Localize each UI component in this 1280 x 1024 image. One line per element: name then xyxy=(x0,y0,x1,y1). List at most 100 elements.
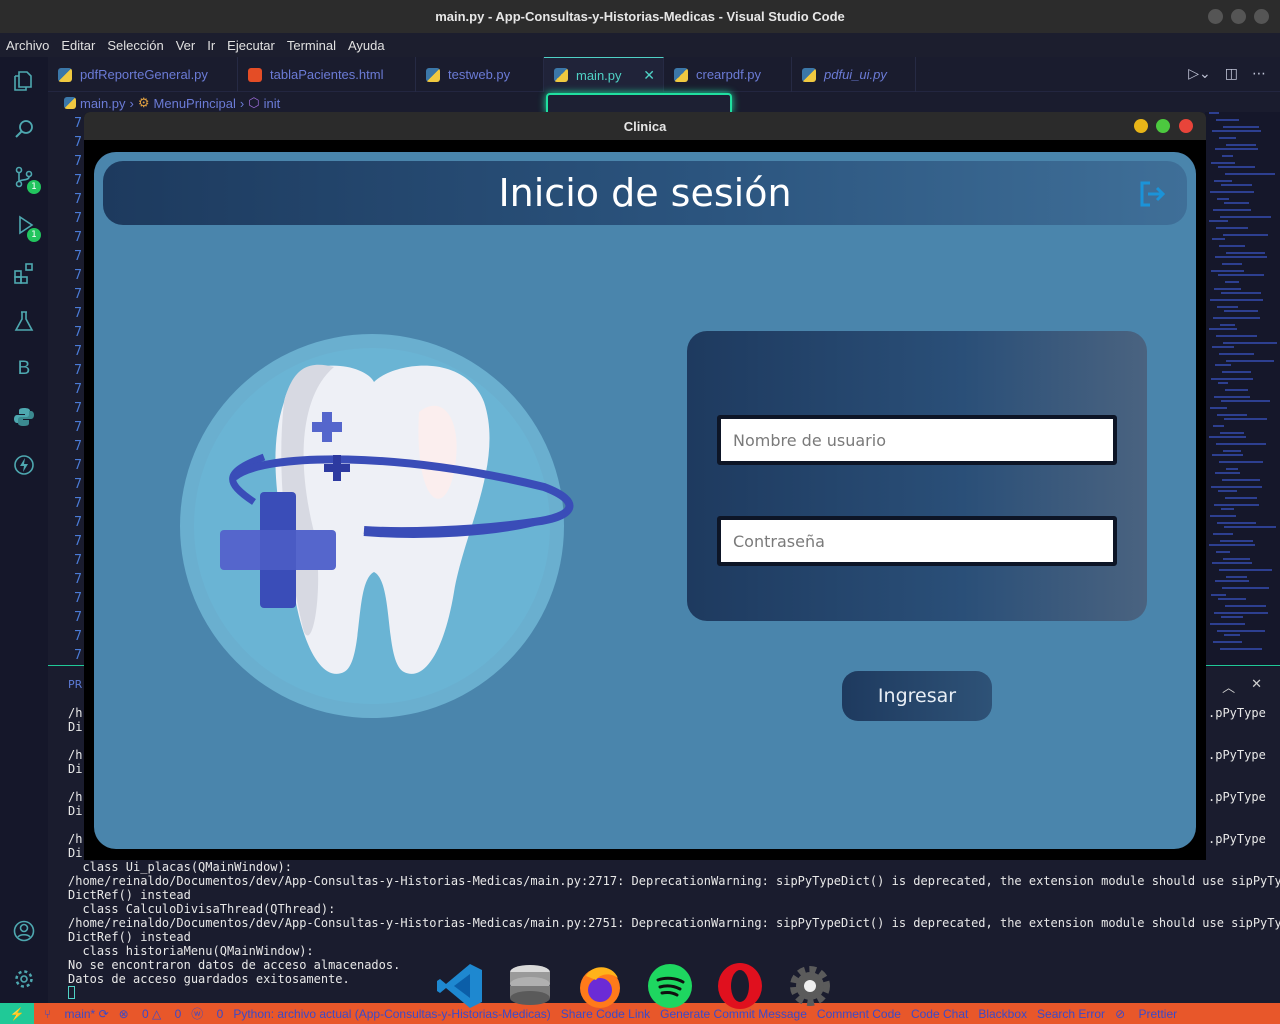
tab-pdfui-ui[interactable]: pdfui_ui.py xyxy=(792,57,916,92)
minimap-line xyxy=(1223,126,1259,128)
terminal-fragment: .pPyType xyxy=(1208,790,1266,804)
chevron-right-icon: › xyxy=(239,95,245,111)
close-button[interactable] xyxy=(1254,9,1269,24)
minimap-line xyxy=(1226,252,1265,254)
tab-main[interactable]: main.py ✕ xyxy=(544,57,664,92)
line-number: 7 xyxy=(74,553,82,568)
run-file-icon[interactable]: ▷⌄ xyxy=(1188,66,1211,82)
line-number: 7 xyxy=(74,496,82,511)
username-field[interactable] xyxy=(717,415,1117,465)
account-icon[interactable] xyxy=(12,919,36,943)
settings-icon[interactable] xyxy=(786,962,834,1010)
app-minimize-button[interactable] xyxy=(1134,119,1148,133)
menu-ayuda[interactable]: Ayuda xyxy=(342,38,391,53)
code-chat[interactable]: Code Chat xyxy=(911,1007,968,1021)
tab-crearpdf[interactable]: crearpdf.py xyxy=(664,57,792,92)
editor-tab-bar: pdfReporteGeneral.py tablaPacientes.html… xyxy=(48,57,1280,92)
login-button[interactable]: Ingresar xyxy=(842,671,992,721)
info-status[interactable]: ⓦ 0 xyxy=(191,1005,223,1022)
minimap-line xyxy=(1226,144,1256,146)
menu-ver[interactable]: Ver xyxy=(170,38,202,53)
menu-terminal[interactable]: Terminal xyxy=(281,38,342,53)
explorer-icon[interactable] xyxy=(12,69,36,93)
debug-toolbar[interactable] xyxy=(546,93,732,113)
extensions-icon[interactable] xyxy=(12,261,36,285)
lightning-icon[interactable] xyxy=(12,453,36,477)
line-number: 7 xyxy=(74,591,82,606)
activity-bar: 1 1 B xyxy=(0,57,48,1003)
minimap-line xyxy=(1222,263,1242,265)
maximize-button[interactable] xyxy=(1231,9,1246,24)
line-number: 7 xyxy=(74,306,82,321)
menu-bar: Archivo Editar Selección Ver Ir Ejecutar… xyxy=(0,33,1280,57)
minimap-line xyxy=(1211,162,1235,164)
spotify-icon[interactable] xyxy=(646,962,694,1010)
menu-ir[interactable]: Ir xyxy=(201,38,221,53)
branch-status[interactable]: ⑂ main* ⟳ xyxy=(44,1007,109,1021)
minimap-line xyxy=(1214,612,1268,614)
menu-seleccion[interactable]: Selección xyxy=(101,38,169,53)
menu-archivo[interactable]: Archivo xyxy=(0,38,55,53)
minimap-line xyxy=(1217,414,1247,416)
search-error[interactable]: Search Error xyxy=(1037,1007,1105,1021)
vscode-icon[interactable] xyxy=(436,962,484,1010)
logout-icon[interactable] xyxy=(1137,179,1167,209)
minimap[interactable] xyxy=(1205,112,1280,667)
breadcrumb-class[interactable]: MenuPrincipal xyxy=(154,96,236,111)
minimap-line xyxy=(1211,270,1244,272)
minimap-line xyxy=(1223,450,1241,452)
minimap-line xyxy=(1217,198,1229,200)
panel-tab-problems[interactable]: PR xyxy=(68,678,82,691)
minimap-line xyxy=(1225,389,1248,391)
close-tab-icon[interactable]: ✕ xyxy=(643,67,655,84)
minimap-line xyxy=(1225,173,1275,175)
menu-editar[interactable]: Editar xyxy=(55,38,101,53)
database-icon[interactable] xyxy=(506,962,554,1010)
breadcrumb-method[interactable]: init xyxy=(264,96,281,111)
minimap-line xyxy=(1221,400,1270,402)
search-icon[interactable] xyxy=(12,117,36,141)
firefox-icon[interactable] xyxy=(576,962,624,1010)
minimap-line xyxy=(1214,396,1250,398)
breadcrumb-file[interactable]: main.py xyxy=(80,96,126,111)
close-panel-icon[interactable]: ✕ xyxy=(1251,677,1262,696)
line-number: 7 xyxy=(74,325,82,340)
minimap-line xyxy=(1211,594,1226,596)
minimap-line xyxy=(1223,234,1268,236)
line-number: 7 xyxy=(74,173,82,188)
line-number: 7 xyxy=(74,268,82,283)
line-number: 7 xyxy=(74,401,82,416)
opera-icon[interactable] xyxy=(716,962,764,1010)
python-file-icon xyxy=(58,67,72,82)
minimap-line xyxy=(1210,191,1254,193)
app-close-button[interactable] xyxy=(1179,119,1193,133)
tab-pdfreportegeneral[interactable]: pdfReporteGeneral.py xyxy=(48,57,238,92)
maximize-panel-icon[interactable]: ︿ xyxy=(1222,677,1235,696)
tab-testweb[interactable]: testweb.py xyxy=(416,57,544,92)
split-editor-icon[interactable]: ◫ xyxy=(1225,66,1238,82)
prettier-status[interactable]: ⊘ Prettier xyxy=(1115,1007,1177,1021)
blackbox-icon[interactable]: B xyxy=(12,357,36,381)
minimap-line xyxy=(1218,490,1237,492)
blackbox[interactable]: Blackbox xyxy=(978,1007,1027,1021)
minimap-line xyxy=(1221,508,1234,510)
menu-ejecutar[interactable]: Ejecutar xyxy=(221,38,281,53)
os-titlebar: main.py - App-Consultas-y-Historias-Medi… xyxy=(0,0,1280,33)
more-actions-icon[interactable]: ⋯ xyxy=(1252,66,1266,82)
testing-icon[interactable] xyxy=(12,309,36,333)
manage-gear-icon[interactable] xyxy=(12,967,36,991)
problems-status[interactable]: ⊗ 0 △ 0 xyxy=(119,1007,182,1021)
tab-tablapacientes[interactable]: tablaPacientes.html xyxy=(238,57,416,92)
minimap-line xyxy=(1217,306,1238,308)
minimap-line xyxy=(1212,130,1261,132)
source-control-icon[interactable]: 1 xyxy=(12,165,41,194)
python-icon[interactable] xyxy=(12,405,36,429)
password-field[interactable] xyxy=(717,516,1117,566)
minimap-line xyxy=(1222,371,1251,373)
terminal-output[interactable]: /h Di /h Di /h Di /h Di xyxy=(68,706,82,874)
app-maximize-button[interactable] xyxy=(1156,119,1170,133)
remote-icon[interactable]: ⚡ xyxy=(0,1003,34,1024)
minimap-line xyxy=(1223,558,1250,560)
minimize-button[interactable] xyxy=(1208,9,1223,24)
run-debug-icon[interactable]: 1 xyxy=(12,213,41,242)
